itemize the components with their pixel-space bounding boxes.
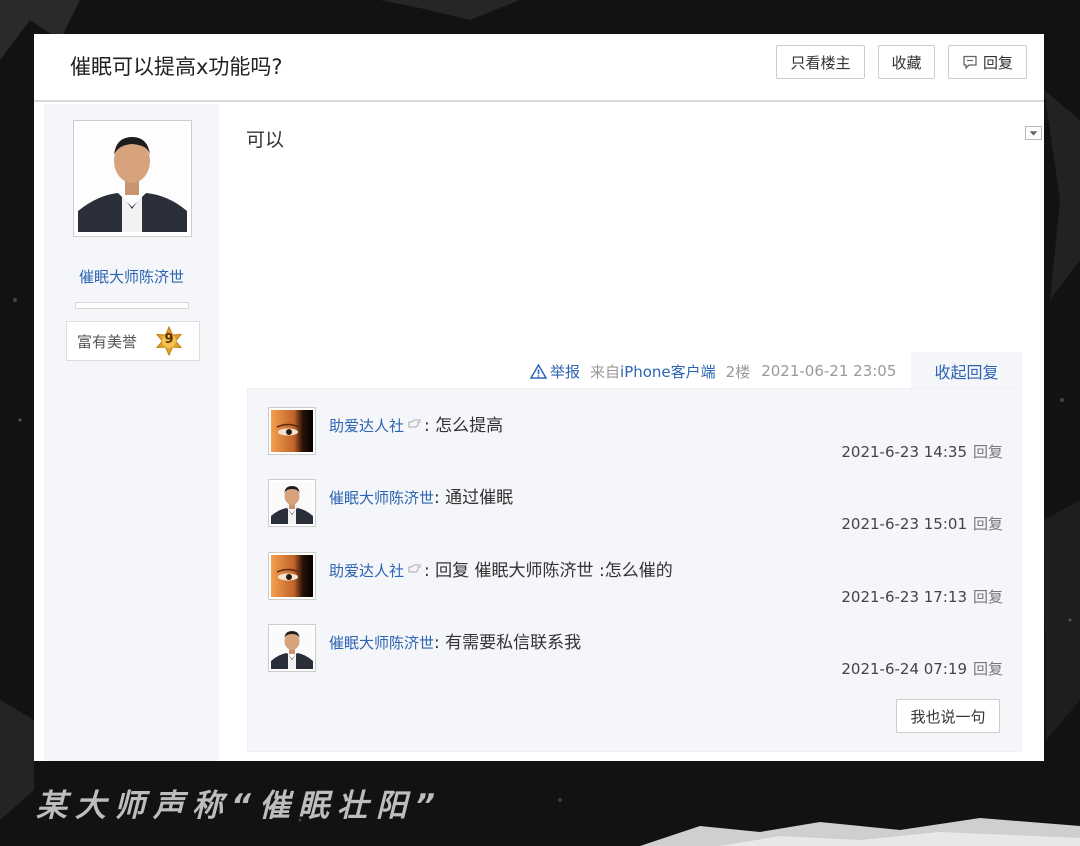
man-portrait-icon	[78, 125, 187, 232]
reply-username[interactable]: 催眠大师陈济世	[329, 489, 434, 507]
warning-icon	[530, 363, 547, 379]
reply-meta: 2021-6-23 15:01 回复	[841, 513, 1003, 534]
post-content: 可以	[246, 129, 285, 151]
forum-post-card: 催眠可以提高x功能吗? 只看楼主 收藏 回复 催眠大师陈济世 富有美誉 9 可以…	[34, 34, 1044, 761]
man-avatar[interactable]	[268, 479, 316, 527]
level-progress-bar	[75, 302, 189, 309]
source-device-link[interactable]: iPhone客户端	[620, 363, 716, 381]
report-label: 举报	[550, 362, 581, 381]
author-panel: 催眠大师陈济世 富有美誉 9	[44, 104, 219, 761]
level-number: 9	[164, 332, 174, 347]
reply-item: 助爱达人社: 回复 催眠大师陈济世 :怎么催的 2021-6-23 17:13 回复	[268, 552, 1003, 622]
report-link[interactable]: 举报	[530, 361, 580, 382]
image-caption: 某大师声称“催眠壮阳”	[36, 788, 443, 824]
reply-link[interactable]: 回复	[973, 515, 1003, 533]
author-name[interactable]: 催眠大师陈济世	[44, 266, 219, 287]
reply-list: 助爱达人社: 怎么提高 2021-6-23 14:35 回复 催眠大师陈济世: 通过催…	[247, 388, 1022, 752]
post-header: 催眠可以提高x功能吗? 只看楼主 收藏 回复	[34, 34, 1044, 102]
reply-meta: 2021-6-23 14:35 回复	[841, 441, 1003, 462]
post-meta: 举报 来自iPhone客户端 2楼 2021-06-21 23:05	[530, 360, 896, 382]
man-avatar[interactable]	[268, 624, 316, 672]
reply-text: 通过催眠	[439, 488, 514, 508]
reply-time: 2021-6-23 14:35	[841, 443, 967, 461]
reply-line: 助爱达人社: 回复 催眠大师陈济世 :怎么催的	[329, 556, 673, 581]
reply-line: 催眠大师陈济世: 通过催眠	[329, 483, 513, 508]
reply-line: 助爱达人社: 怎么提高	[329, 411, 503, 436]
reply-username[interactable]: 助爱达人社	[329, 417, 404, 435]
author-avatar[interactable]	[73, 120, 192, 237]
post-datetime: 2021-06-21 23:05	[761, 362, 897, 380]
collapse-replies-button[interactable]: 收起回复	[911, 352, 1022, 389]
reply-text: 回复 催眠大师陈济世 :怎么催的	[429, 561, 673, 581]
pointing-hand-icon	[408, 419, 422, 428]
comment-icon	[963, 55, 977, 70]
reply-button-label: 回复	[982, 53, 1013, 72]
level-badge: 9	[154, 326, 184, 356]
reply-link[interactable]: 回复	[973, 443, 1003, 461]
post-source: 来自iPhone客户端	[590, 361, 716, 382]
reply-text: 有需要私信联系我	[439, 633, 582, 653]
honor-title: 富有美誉	[77, 332, 138, 351]
reply-username[interactable]: 催眠大师陈济世	[329, 634, 434, 652]
reply-time: 2021-6-24 07:19	[841, 660, 967, 678]
reply-time: 2021-6-23 17:13	[841, 588, 967, 606]
reply-text: 怎么提高	[429, 416, 504, 436]
add-comment-button[interactable]: 我也说一句	[896, 699, 1000, 733]
post-title: 催眠可以提高x功能吗?	[70, 55, 283, 79]
reply-item: 助爱达人社: 怎么提高 2021-6-23 14:35 回复	[268, 407, 1003, 477]
reply-item: 催眠大师陈济世: 通过催眠 2021-6-23 15:01 回复	[268, 479, 1003, 549]
dropdown-arrow-icon[interactable]	[1025, 126, 1042, 140]
reply-link[interactable]: 回复	[973, 660, 1003, 678]
favorite-button[interactable]: 收藏	[878, 45, 935, 79]
reply-button[interactable]: 回复	[948, 45, 1027, 79]
pointing-hand-icon	[408, 564, 422, 573]
reply-username[interactable]: 助爱达人社	[329, 562, 404, 580]
reply-link[interactable]: 回复	[973, 588, 1003, 606]
reply-time: 2021-6-23 15:01	[841, 515, 967, 533]
floor-number: 2楼	[725, 362, 751, 381]
honor-badge: 富有美誉 9	[66, 321, 200, 361]
reply-item: 催眠大师陈济世: 有需要私信联系我 2021-6-24 07:19 回复	[268, 624, 1003, 694]
eye-avatar[interactable]	[268, 407, 316, 455]
reply-meta: 2021-6-23 17:13 回复	[841, 586, 1003, 607]
source-prefix: 来自	[590, 362, 621, 381]
only-op-button[interactable]: 只看楼主	[776, 45, 865, 79]
reply-meta: 2021-6-24 07:19 回复	[841, 658, 1003, 679]
eye-avatar[interactable]	[268, 552, 316, 600]
reply-line: 催眠大师陈济世: 有需要私信联系我	[329, 628, 581, 653]
